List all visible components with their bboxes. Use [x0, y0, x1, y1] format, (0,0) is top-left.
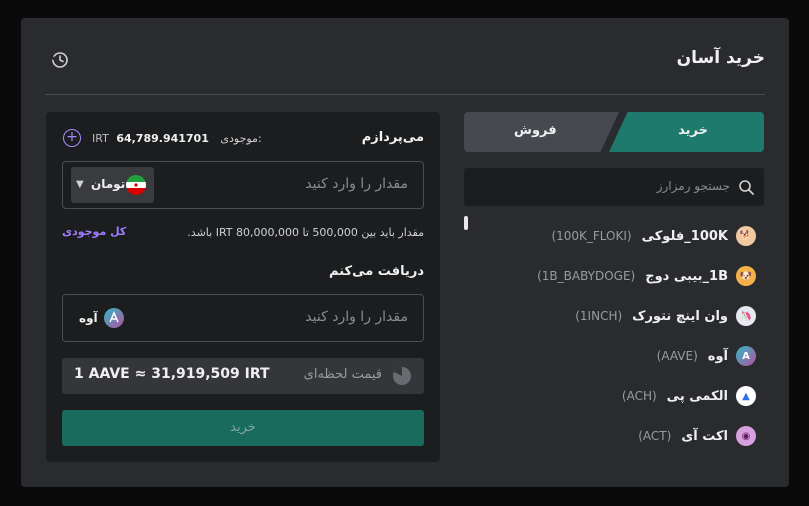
- easy-buy-card: خرید آسان فروش خرید جستجو رمزارز 🐕 100K_…: [21, 18, 789, 487]
- buy-button[interactable]: خرید: [62, 410, 424, 446]
- iran-flag-icon: [126, 175, 146, 195]
- floki-icon: 🐕: [736, 226, 756, 246]
- tab-sell-label: فروش: [514, 123, 557, 138]
- 1inch-icon: 🦄: [736, 306, 756, 326]
- tab-sell[interactable]: فروش: [464, 112, 619, 152]
- coin-name: الکمی پی: [666, 388, 728, 404]
- babydoge-icon: 🐶: [736, 266, 756, 286]
- pay-amount-field[interactable]: مقدار را وارد کنید ▼ تومان: [62, 161, 424, 209]
- list-item[interactable]: 🐕 100K_فلوکی (100K_FLOKI): [476, 224, 756, 248]
- amount-hint: مقدار باید بین 500,000 تا IRT 80,000,000…: [187, 226, 424, 239]
- receive-label: دریافت می‌کنم: [329, 264, 424, 279]
- trade-panel: می‌پردازم IRT 64,789.941701 موجودی: + مق…: [46, 112, 440, 462]
- page-title: خرید آسان: [676, 48, 765, 68]
- receive-asset-name: آوه: [79, 311, 98, 325]
- coin-symbol: (AAVE): [656, 349, 698, 363]
- tab-buy-label: خرید: [678, 123, 708, 138]
- coin-search[interactable]: جستجو رمزارز: [464, 168, 764, 206]
- list-item[interactable]: A آوه (AAVE): [476, 344, 756, 368]
- ach-icon: ▲: [736, 386, 756, 406]
- balance: IRT 64,789.941701 موجودی:: [92, 132, 262, 145]
- currency-name: تومان: [91, 177, 126, 191]
- history-icon[interactable]: [51, 51, 69, 69]
- list-item[interactable]: 🦄 وان اینچ نتورک (1INCH): [476, 304, 756, 328]
- list-scrollbar[interactable]: [464, 216, 468, 230]
- coin-symbol: (100K_FLOKI): [551, 229, 632, 243]
- coin-name: وان اینچ نتورک: [632, 308, 728, 324]
- list-item[interactable]: 🐶 1B_بیبی دوج (1B_BABYDOGE): [476, 264, 756, 288]
- tab-buy[interactable]: خرید: [609, 112, 764, 152]
- live-price: 1 AAVE ≈ 31,919,509 IRT قیمت لحظه‌ای: [62, 358, 424, 394]
- pay-label: می‌پردازم: [361, 130, 424, 145]
- trade-tabs: فروش خرید: [464, 112, 764, 152]
- header-divider: [45, 94, 765, 95]
- chevron-down-icon: ▼: [76, 179, 84, 190]
- aave-icon: [103, 308, 124, 328]
- balance-value: 64,789.941701: [116, 132, 209, 145]
- live-price-label: قیمت لحظه‌ای: [303, 367, 382, 382]
- receive-amount-input[interactable]: مقدار را وارد کنید: [305, 309, 408, 325]
- buy-button-label: خرید: [230, 420, 256, 435]
- coin-symbol: (ACT): [638, 429, 672, 443]
- receive-asset: آوه: [79, 308, 124, 328]
- live-price-value: 1 AAVE ≈ 31,919,509 IRT: [74, 366, 270, 382]
- balance-currency: IRT: [92, 132, 109, 145]
- add-funds-icon[interactable]: +: [63, 129, 81, 147]
- search-input[interactable]: جستجو رمزارز: [657, 179, 730, 193]
- all-balance-link[interactable]: کل موجودی: [62, 225, 126, 238]
- coin-name: 100K_فلوکی: [641, 228, 728, 244]
- receive-amount-field[interactable]: مقدار را وارد کنید آوه: [62, 294, 424, 342]
- list-item[interactable]: ▲ الکمی پی (ACH): [476, 384, 756, 408]
- coin-name: اکت آی: [681, 428, 728, 444]
- pay-amount-input[interactable]: مقدار را وارد کنید: [305, 176, 408, 192]
- currency-select[interactable]: ▼ تومان: [71, 167, 154, 203]
- coin-symbol: (1INCH): [575, 309, 623, 323]
- search-icon: [739, 180, 754, 195]
- coin-name: 1B_بیبی دوج: [645, 268, 728, 284]
- balance-label: موجودی:: [220, 132, 262, 145]
- coin-symbol: (1B_BABYDOGE): [537, 269, 636, 283]
- coin-symbol: (ACH): [621, 389, 657, 403]
- act-icon: ◉: [736, 426, 756, 446]
- list-item[interactable]: ◉ اکت آی (ACT): [476, 424, 756, 448]
- coin-name: آوه: [707, 348, 728, 364]
- aave-icon: A: [736, 346, 756, 366]
- refresh-timer-icon: [393, 367, 411, 385]
